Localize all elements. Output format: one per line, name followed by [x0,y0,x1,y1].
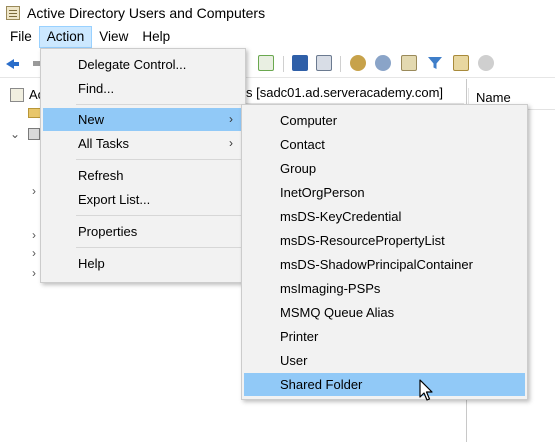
mouse-pointer-icon [419,379,433,401]
chevron-right-icon[interactable]: › [32,266,36,280]
menu-view[interactable]: View [92,26,135,48]
chevron-down-icon[interactable]: ⌄ [10,127,20,141]
chevron-right-icon: › [229,136,233,150]
window-title: Active Directory Users and Computers [27,5,266,21]
menu-help[interactable]: Help [135,26,177,48]
back-arrow-icon[interactable] [4,55,22,73]
find-icon[interactable] [453,55,469,71]
chevron-right-icon: › [229,112,233,126]
menu-item-label: New [78,112,105,127]
chevron-right-icon[interactable]: › [32,184,36,198]
menu-bar: File Action View Help [0,26,555,48]
menu-item-label: Refresh [78,168,124,183]
new-submenu: Computer Contact Group InetOrgPerson msD… [241,104,528,400]
chevron-right-icon[interactable]: › [32,246,36,260]
chevron-right-icon[interactable]: › [32,228,36,242]
submenu-item-msds-keycredential[interactable]: msDS-KeyCredential [244,205,525,228]
new-group-icon[interactable] [375,55,391,71]
submenu-item-msds-resourcepropertylist[interactable]: msDS-ResourcePropertyList [244,229,525,252]
toolbar-separator [283,56,284,72]
console-icon[interactable] [316,55,332,71]
menu-item-label: Help [78,256,105,271]
submenu-item-msds-shadowprincipalcontainer[interactable]: msDS-ShadowPrincipalContainer [244,253,525,276]
menu-separator [76,215,242,216]
menu-item-label: Find... [78,81,115,96]
toolbar-separator [340,56,341,72]
new-user-icon[interactable] [350,55,366,71]
submenu-item-shared-folder[interactable]: Shared Folder [244,373,525,396]
menu-item-label: Delegate Control... [78,57,187,72]
submenu-item-group[interactable]: Group [244,157,525,180]
menu-separator [76,104,242,105]
help-icon[interactable] [292,55,308,71]
submenu-item-printer[interactable]: Printer [244,325,525,348]
delegate-control-icon[interactable] [478,55,494,71]
menu-item-properties[interactable]: Properties [43,220,243,243]
menu-item-refresh[interactable]: Refresh [43,164,243,187]
menu-action[interactable]: Action [38,26,93,48]
filter-icon[interactable] [427,55,443,71]
submenu-item-msmq-queue-alias[interactable]: MSMQ Queue Alias [244,301,525,324]
domain-header: s [sadc01.ad.serveracademy.com] [242,82,464,104]
menu-item-new[interactable]: New › [43,108,243,131]
action-menu: Delegate Control... Find... New › All Tas… [40,48,246,283]
submenu-item-inetorgperson[interactable]: InetOrgPerson [244,181,525,204]
menu-separator [76,247,242,248]
new-ou-icon[interactable] [401,55,417,71]
menu-separator [76,159,242,160]
submenu-item-contact[interactable]: Contact [244,133,525,156]
menu-item-label: Properties [78,224,138,239]
export-list-icon[interactable] [258,55,274,71]
menu-item-help[interactable]: Help [43,252,243,275]
menu-item-label: Export List... [78,192,151,207]
app-icon [6,6,20,20]
domain-icon [28,128,40,140]
menu-item-all-tasks[interactable]: All Tasks › [43,132,243,155]
menu-item-label: All Tasks [78,136,130,151]
menu-item-delegate-control[interactable]: Delegate Control... [43,53,243,76]
submenu-item-computer[interactable]: Computer [244,109,525,132]
menu-item-export-list[interactable]: Export List... [43,188,243,211]
title-bar: Active Directory Users and Computers [0,0,555,26]
ad-console-icon [10,88,24,102]
menu-item-find[interactable]: Find... [43,77,243,100]
submenu-item-msimaging-psps[interactable]: msImaging-PSPs [244,277,525,300]
menu-file[interactable]: File [0,26,39,48]
submenu-item-user[interactable]: User [244,349,525,372]
